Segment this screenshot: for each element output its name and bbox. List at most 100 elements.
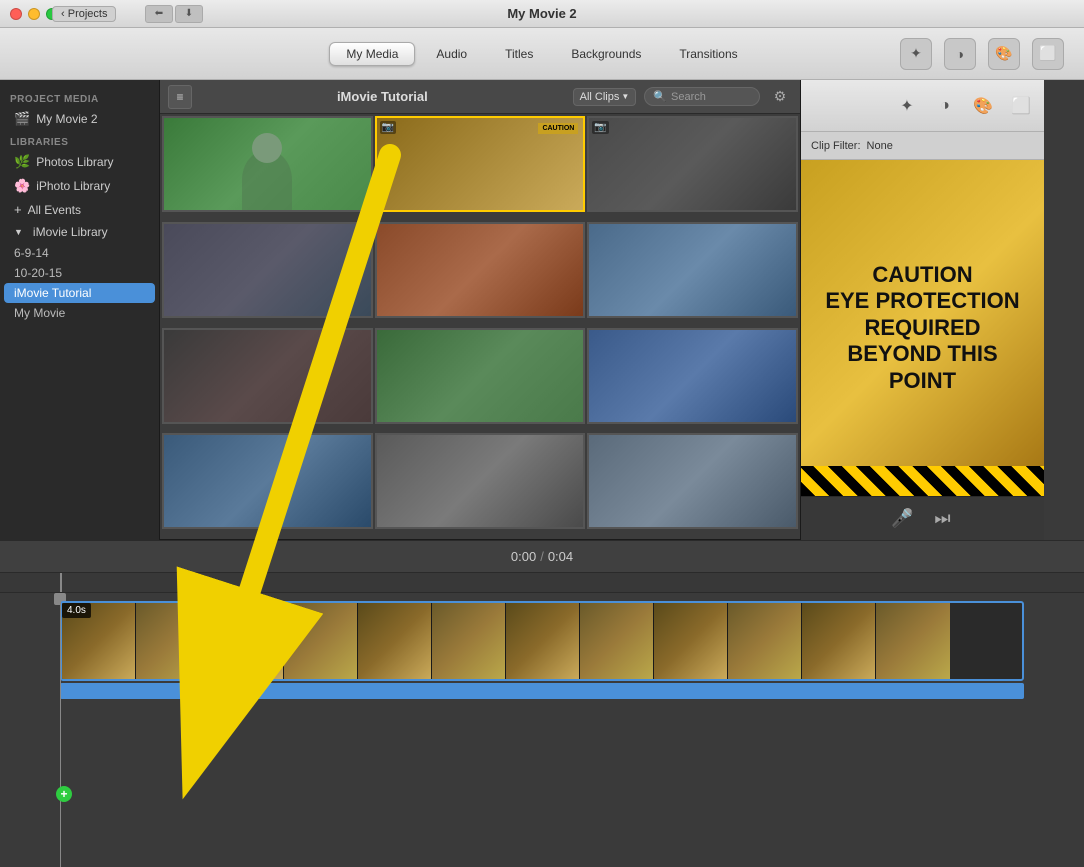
enhance-button[interactable]: ✦: [900, 38, 932, 70]
main-toolbar: My Media Audio Titles Backgrounds Transi…: [0, 28, 1084, 80]
sidebar-photos-label: Photos Library: [36, 155, 113, 169]
clip-frame-7: [506, 603, 580, 679]
add-icon: +: [14, 202, 22, 217]
clip-1[interactable]: [162, 116, 373, 212]
mic-button[interactable]: 🎤: [889, 505, 917, 533]
clip-10-thumbnail: [164, 435, 371, 527]
duration-badge: 4.0s: [62, 603, 91, 618]
color-balance-button[interactable]: ◑: [930, 91, 960, 121]
libraries-header: LIBRARIES: [0, 131, 159, 150]
clip-11[interactable]: [375, 433, 586, 529]
sidebar-item-imovie-library[interactable]: ▼ iMovie Library: [4, 221, 155, 243]
clip-12-thumbnail: [589, 435, 796, 527]
clip-frame-3: [210, 603, 284, 679]
clip-6-thumbnail: [589, 224, 796, 316]
sidebar-item-imovie-tutorial[interactable]: iMovie Tutorial: [4, 283, 155, 303]
sidebar-item-10-20-15[interactable]: 10-20-15: [4, 263, 155, 283]
sidebar-project-label: My Movie 2: [36, 112, 97, 126]
timeline-tracks: 4.0s +: [0, 593, 1084, 867]
clip-6[interactable]: [587, 222, 798, 318]
clip-5-thumbnail: [377, 224, 584, 316]
timeline-cursor-line: [60, 593, 61, 867]
titlebar: ‹ Projects ⬅ ⬇ My Movie 2: [0, 0, 1084, 28]
tab-my-media[interactable]: My Media: [329, 42, 415, 66]
sidebar-sub-label-3: iMovie Tutorial: [14, 286, 91, 300]
clips-filter[interactable]: All Clips ▼: [573, 88, 637, 106]
clip-5[interactable]: [375, 222, 586, 318]
close-button[interactable]: [10, 8, 22, 20]
preview-video: CAUTIONEYE PROTECTIONREQUIREDBEYOND THIS…: [801, 160, 1044, 496]
sidebar-item-iphoto-library[interactable]: 🌸 iPhoto Library: [4, 174, 155, 198]
tab-transitions[interactable]: Transitions: [662, 42, 754, 66]
add-to-timeline-button[interactable]: +: [56, 786, 72, 802]
clip-4-thumbnail: [164, 224, 371, 316]
clip-4[interactable]: [162, 222, 373, 318]
browser-panel: ≡ iMovie Tutorial All Clips ▼ 🔍 ⚙: [160, 80, 800, 540]
clip-3[interactable]: 📷: [587, 116, 798, 212]
timeline-current-time: 0:00: [511, 549, 536, 564]
preview-controls: 🎤 ⏭: [801, 496, 1044, 540]
bottom-section: 0:00 / 0:04 4.0s +: [0, 540, 1084, 867]
tab-backgrounds[interactable]: Backgrounds: [554, 42, 658, 66]
caution-text: CAUTIONEYE PROTECTIONREQUIREDBEYOND THIS…: [811, 262, 1034, 394]
gear-button[interactable]: ⚙: [768, 85, 792, 109]
timeline-audio-bar: [60, 683, 1024, 699]
sidebar-item-my-movie-2[interactable]: 🎬 My Movie 2: [4, 107, 155, 131]
color-correction-button[interactable]: 🎨: [968, 91, 998, 121]
chevron-down-icon: ▼: [621, 92, 629, 101]
palette-button[interactable]: 🎨: [988, 38, 1020, 70]
sidebar: PROJECT MEDIA 🎬 My Movie 2 LIBRARIES 🌿 P…: [0, 80, 160, 540]
preview-panel: ✦ ◑ 🎨 ⬜ Clip Filter: None CAUTIONEYE PRO…: [800, 80, 1044, 540]
sidebar-item-6-9-14[interactable]: 6-9-14: [4, 243, 155, 263]
clip-frame-4: [284, 603, 358, 679]
crop-button[interactable]: ⬜: [1032, 38, 1064, 70]
main-layout: PROJECT MEDIA 🎬 My Movie 2 LIBRARIES 🌿 P…: [0, 80, 1084, 867]
sidebar-sub-label-2: 10-20-15: [14, 266, 62, 280]
timeline-clip-strip[interactable]: [60, 601, 1024, 681]
sidebar-item-all-events[interactable]: + All Events: [4, 198, 155, 221]
voiceover-button[interactable]: ⏭: [929, 505, 957, 533]
film-icon: 🎬: [14, 111, 30, 127]
window-title: My Movie 2: [507, 6, 576, 21]
projects-button[interactable]: ‹ Projects: [52, 6, 116, 22]
browser-toggle-button[interactable]: ≡: [168, 85, 192, 109]
clip-frame-6: [432, 603, 506, 679]
clips-filter-label: All Clips: [580, 91, 620, 103]
clip-2-thumbnail: CAUTION: [377, 118, 584, 210]
clip-grid: CAUTION 📷 📷: [160, 114, 800, 539]
top-panels: PROJECT MEDIA 🎬 My Movie 2 LIBRARIES 🌿 P…: [0, 80, 1084, 540]
clip-frame-5: [358, 603, 432, 679]
clip-8[interactable]: [375, 328, 586, 424]
search-input[interactable]: [671, 91, 751, 103]
timeline-header: 0:00 / 0:04: [0, 541, 1084, 573]
clip-2[interactable]: CAUTION 📷: [375, 116, 586, 212]
clip-7[interactable]: [162, 328, 373, 424]
sidebar-sub-label-4: My Movie: [14, 306, 65, 320]
clip-frames: [62, 603, 950, 679]
clip-filter-bar: Clip Filter: None: [801, 132, 1044, 160]
tab-titles[interactable]: Titles: [488, 42, 550, 66]
browser-toolbar: ≡ iMovie Tutorial All Clips ▼ 🔍 ⚙: [160, 80, 800, 114]
clip-filter-value: None: [867, 140, 893, 152]
timeline-cursor-top: [60, 573, 62, 592]
triangle-icon: ▼: [14, 227, 23, 237]
sidebar-item-photos-library[interactable]: 🌿 Photos Library: [4, 150, 155, 174]
clip-9[interactable]: [587, 328, 798, 424]
clip-frame-8: [580, 603, 654, 679]
magic-wand-button[interactable]: ✦: [892, 91, 922, 121]
nav-forward-button[interactable]: ⬇: [175, 5, 203, 23]
minimize-button[interactable]: [28, 8, 40, 20]
clip-7-thumbnail: [164, 330, 371, 422]
nav-back-button[interactable]: ⬅: [145, 5, 173, 23]
search-box[interactable]: 🔍: [644, 87, 760, 106]
tab-audio[interactable]: Audio: [419, 42, 484, 66]
timeline-separator: /: [540, 549, 544, 564]
crop-button-right[interactable]: ⬜: [1006, 91, 1036, 121]
clip-10[interactable]: [162, 433, 373, 529]
caution-stripe: [801, 466, 1044, 496]
color-button[interactable]: ◑: [944, 38, 976, 70]
sidebar-item-my-movie[interactable]: My Movie: [4, 303, 155, 323]
camera-icon-3: 📷: [592, 121, 608, 134]
timeline-total-time: 0:04: [548, 549, 573, 564]
clip-12[interactable]: [587, 433, 798, 529]
